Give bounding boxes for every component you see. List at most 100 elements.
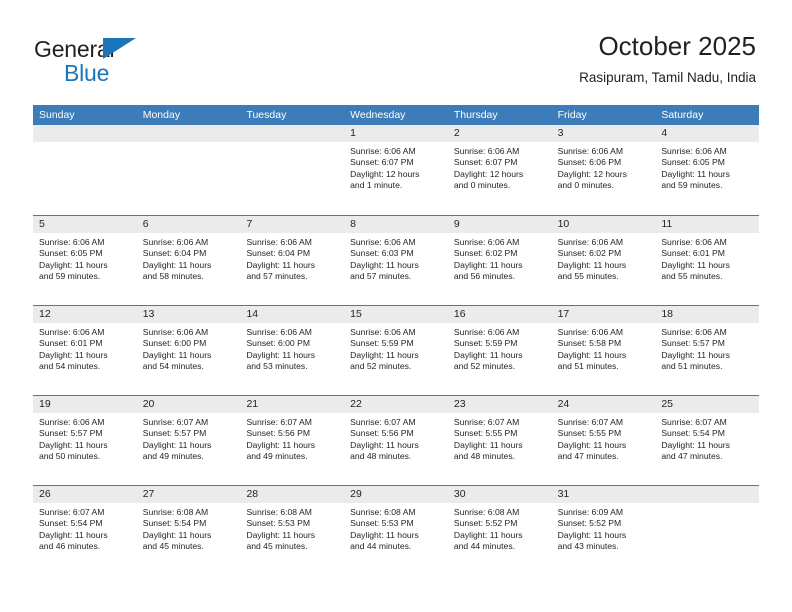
page-title: October 2025 (598, 31, 756, 61)
day-details: Sunrise: 6:06 AM Sunset: 6:04 PM Dayligh… (240, 233, 344, 283)
sunrise-text: Sunrise: 6:06 AM (661, 327, 727, 337)
sunset-text: Sunset: 5:55 PM (557, 428, 622, 439)
weekday-header-row: Sunday Monday Tuesday Wednesday Thursday… (33, 105, 759, 125)
sunrise-text: Sunrise: 6:06 AM (350, 327, 416, 337)
weekday-header-wednesday: Wednesday (350, 109, 406, 121)
day-details: Sunrise: 6:07 AM Sunset: 5:54 PM Dayligh… (655, 413, 759, 463)
day-number: 15 (344, 306, 448, 323)
day-details: Sunrise: 6:07 AM Sunset: 5:56 PM Dayligh… (240, 413, 344, 463)
day-cell[interactable]: 1 Sunrise: 6:06 AM Sunset: 6:07 PM Dayli… (344, 125, 448, 215)
sunrise-text: Sunrise: 6:07 AM (39, 507, 105, 517)
day-number: 13 (136, 306, 241, 323)
day-details: Sunrise: 6:06 AM Sunset: 6:05 PM Dayligh… (655, 142, 759, 192)
day-cell[interactable]: 4 Sunrise: 6:06 AM Sunset: 6:05 PM Dayli… (655, 125, 760, 215)
day-details (137, 142, 241, 146)
daylight-text-line2: and 43 minutes. (557, 541, 619, 552)
day-cell[interactable]: 20 Sunrise: 6:07 AM Sunset: 5:57 PM Dayl… (136, 396, 241, 485)
sunrise-text: Sunrise: 6:06 AM (557, 327, 624, 337)
sunrise-text: Sunrise: 6:06 AM (142, 327, 209, 337)
day-cell[interactable]: 23 Sunrise: 6:07 AM Sunset: 5:55 PM Dayl… (447, 396, 552, 485)
day-cell[interactable]: 14 Sunrise: 6:06 AM Sunset: 6:00 PM Dayl… (240, 306, 345, 395)
day-details: Sunrise: 6:08 AM Sunset: 5:52 PM Dayligh… (448, 503, 552, 553)
day-number: 12 (33, 306, 137, 323)
daylight-text-line2: and 1 minute. (350, 180, 403, 191)
daylight-text-line2: and 0 minutes. (557, 180, 614, 191)
day-cell[interactable]: 7 Sunrise: 6:06 AM Sunset: 6:04 PM Dayli… (240, 216, 345, 305)
day-number: 30 (447, 486, 552, 503)
day-cell[interactable]: 31 Sunrise: 6:09 AM Sunset: 5:52 PM Dayl… (551, 486, 656, 575)
day-details: Sunrise: 6:06 AM Sunset: 6:01 PM Dayligh… (655, 233, 759, 283)
day-number (655, 486, 760, 503)
sunset-text: Sunset: 6:04 PM (142, 248, 207, 259)
day-number: 20 (136, 396, 241, 413)
day-number: 26 (33, 486, 137, 503)
day-cell[interactable]: 28 Sunrise: 6:08 AM Sunset: 5:53 PM Dayl… (240, 486, 345, 575)
day-cell[interactable]: 16 Sunrise: 6:06 AM Sunset: 5:59 PM Dayl… (447, 306, 552, 395)
day-cell[interactable] (33, 125, 137, 215)
day-number: 2 (447, 125, 552, 142)
day-cell[interactable]: 17 Sunrise: 6:06 AM Sunset: 5:58 PM Dayl… (551, 306, 656, 395)
day-cell[interactable]: 24 Sunrise: 6:07 AM Sunset: 5:55 PM Dayl… (551, 396, 656, 485)
day-cell[interactable]: 10 Sunrise: 6:06 AM Sunset: 6:02 PM Dayl… (551, 216, 656, 305)
daylight-text-line2: and 56 minutes. (453, 271, 516, 282)
sunset-text: Sunset: 6:07 PM (350, 157, 414, 168)
day-number: 25 (655, 396, 760, 413)
calendar-grid: Sunday Monday Tuesday Wednesday Thursday… (33, 105, 760, 575)
daylight-text-line1: Daylight: 11 hours (453, 259, 523, 270)
day-details: Sunrise: 6:06 AM Sunset: 5:59 PM Dayligh… (344, 323, 448, 373)
calendar-week-row: 12 Sunrise: 6:06 AM Sunset: 6:01 PM Dayl… (33, 305, 760, 395)
sunset-text: Sunset: 6:05 PM (39, 248, 103, 259)
daylight-text-line1: Daylight: 11 hours (246, 349, 316, 360)
sunrise-text: Sunrise: 6:08 AM (350, 507, 416, 517)
day-cell[interactable]: 18 Sunrise: 6:06 AM Sunset: 5:57 PM Dayl… (655, 306, 760, 395)
day-number: 3 (551, 125, 656, 142)
daylight-text-line1: Daylight: 11 hours (142, 349, 212, 360)
sunset-text: Sunset: 6:04 PM (246, 248, 310, 259)
daylight-text-line1: Daylight: 11 hours (661, 439, 730, 450)
day-number: 5 (33, 216, 137, 233)
day-number: 24 (551, 396, 656, 413)
day-number: 17 (551, 306, 656, 323)
day-details: Sunrise: 6:07 AM Sunset: 5:56 PM Dayligh… (344, 413, 448, 463)
sunrise-text: Sunrise: 6:06 AM (453, 237, 520, 247)
day-number: 8 (344, 216, 448, 233)
day-number: 6 (136, 216, 241, 233)
day-cell[interactable]: 9 Sunrise: 6:06 AM Sunset: 6:02 PM Dayli… (447, 216, 552, 305)
daylight-text-line2: and 49 minutes. (246, 451, 308, 462)
day-cell[interactable] (136, 125, 241, 215)
day-cell[interactable] (655, 486, 760, 575)
daylight-text-line1: Daylight: 11 hours (142, 439, 212, 450)
sunrise-text: Sunrise: 6:07 AM (453, 417, 520, 427)
day-cell[interactable]: 15 Sunrise: 6:06 AM Sunset: 5:59 PM Dayl… (344, 306, 448, 395)
calendar-week-row: 1 Sunrise: 6:06 AM Sunset: 6:07 PM Dayli… (33, 125, 760, 215)
sunset-text: Sunset: 5:57 PM (661, 338, 725, 349)
day-cell[interactable]: 30 Sunrise: 6:08 AM Sunset: 5:52 PM Dayl… (447, 486, 552, 575)
day-cell[interactable]: 13 Sunrise: 6:06 AM Sunset: 6:00 PM Dayl… (136, 306, 241, 395)
sunset-text: Sunset: 5:54 PM (142, 518, 207, 529)
day-cell[interactable]: 22 Sunrise: 6:07 AM Sunset: 5:56 PM Dayl… (344, 396, 448, 485)
day-details (655, 503, 759, 507)
weekday-header-thursday: Thursday (453, 109, 498, 121)
day-cell[interactable]: 29 Sunrise: 6:08 AM Sunset: 5:53 PM Dayl… (344, 486, 448, 575)
daylight-text-line2: and 55 minutes. (661, 271, 723, 282)
day-cell[interactable]: 21 Sunrise: 6:07 AM Sunset: 5:56 PM Dayl… (240, 396, 345, 485)
calendar-week-row: 19 Sunrise: 6:06 AM Sunset: 5:57 PM Dayl… (33, 395, 760, 485)
day-cell[interactable]: 2 Sunrise: 6:06 AM Sunset: 6:07 PM Dayli… (447, 125, 552, 215)
day-cell[interactable]: 11 Sunrise: 6:06 AM Sunset: 6:01 PM Dayl… (655, 216, 760, 305)
day-details: Sunrise: 6:06 AM Sunset: 6:00 PM Dayligh… (240, 323, 344, 373)
day-cell[interactable]: 12 Sunrise: 6:06 AM Sunset: 6:01 PM Dayl… (33, 306, 137, 395)
day-cell[interactable]: 25 Sunrise: 6:07 AM Sunset: 5:54 PM Dayl… (655, 396, 760, 485)
weekday-header-sunday: Sunday (39, 109, 75, 121)
day-cell[interactable]: 3 Sunrise: 6:06 AM Sunset: 6:06 PM Dayli… (551, 125, 656, 215)
day-cell[interactable]: 26 Sunrise: 6:07 AM Sunset: 5:54 PM Dayl… (33, 486, 137, 575)
sunset-text: Sunset: 6:02 PM (453, 248, 518, 259)
day-cell[interactable]: 8 Sunrise: 6:06 AM Sunset: 6:03 PM Dayli… (344, 216, 448, 305)
day-cell[interactable]: 19 Sunrise: 6:06 AM Sunset: 5:57 PM Dayl… (33, 396, 137, 485)
day-cell[interactable] (240, 125, 345, 215)
day-number: 19 (33, 396, 137, 413)
day-cell[interactable]: 27 Sunrise: 6:08 AM Sunset: 5:54 PM Dayl… (136, 486, 241, 575)
day-cell[interactable]: 5 Sunrise: 6:06 AM Sunset: 6:05 PM Dayli… (33, 216, 137, 305)
daylight-text-line2: and 49 minutes. (142, 451, 204, 462)
day-cell[interactable]: 6 Sunrise: 6:06 AM Sunset: 6:04 PM Dayli… (136, 216, 241, 305)
daylight-text-line2: and 48 minutes. (350, 451, 412, 462)
